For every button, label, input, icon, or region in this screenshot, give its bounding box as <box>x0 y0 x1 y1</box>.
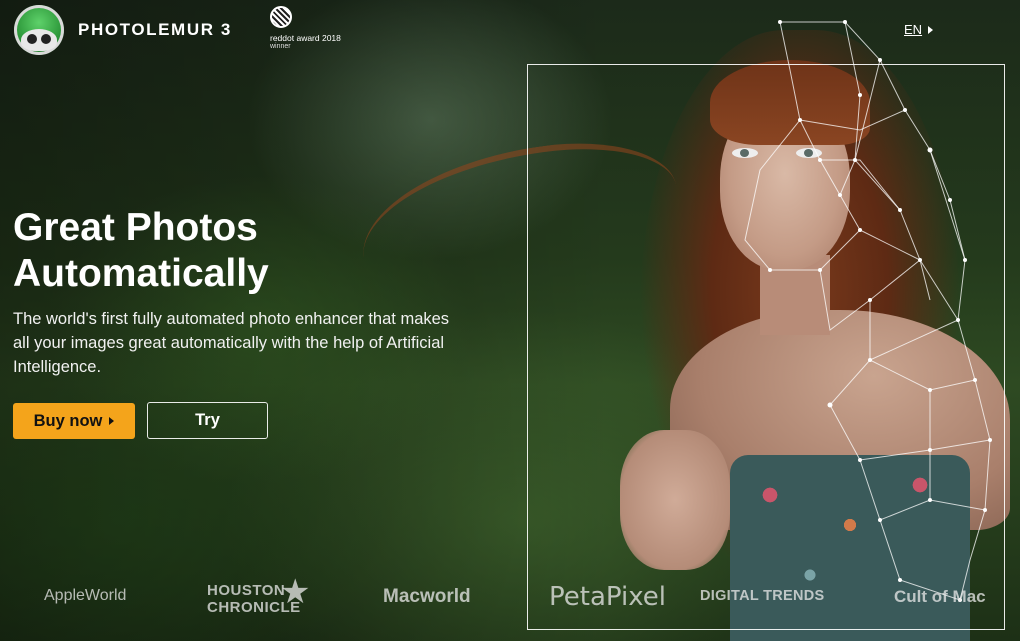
try-button[interactable]: Try <box>147 402 268 439</box>
press-logos-bar: AppleWorld HOUSTON CHRONICLE ★ Macworld … <box>0 572 1020 632</box>
houston-line1: HOUSTON <box>207 582 286 599</box>
photolemur-logo-icon[interactable] <box>14 5 64 55</box>
reddot-icon <box>270 6 292 28</box>
hero-description: The world's first fully automated photo … <box>13 310 450 376</box>
hero-title: Great Photos Automatically <box>13 205 413 297</box>
brand-name[interactable]: PHOTOLEMUR 3 <box>78 20 232 40</box>
lemur-face-icon <box>21 29 57 51</box>
buy-now-label: Buy now <box>33 411 103 430</box>
language-selector[interactable]: EN <box>904 22 934 37</box>
petapixel-logo: PetaPixel <box>549 582 667 612</box>
ai-detection-frame <box>527 64 1005 630</box>
buy-now-button[interactable]: Buy now <box>13 403 135 439</box>
award-title: reddot award 2018 <box>270 33 341 43</box>
appleworld-logo: AppleWorld <box>44 587 127 604</box>
macworld-logo: Macworld <box>383 586 471 607</box>
hero-title-line2: Automatically <box>13 252 269 295</box>
cult-of-mac-logo: Cult of Mac <box>894 587 986 606</box>
chevron-right-icon <box>928 25 934 34</box>
reddot-award-badge: reddot award 2018 winner <box>270 6 360 50</box>
digital-trends-logo: DIGITAL TRENDS <box>700 588 825 604</box>
star-icon: ★ <box>280 573 311 611</box>
hero-title-line1: Great Photos <box>13 206 258 249</box>
try-label: Try <box>195 411 220 429</box>
language-label[interactable]: EN <box>904 22 922 37</box>
award-subtitle: winner <box>270 43 291 50</box>
chevron-right-icon <box>109 417 115 425</box>
